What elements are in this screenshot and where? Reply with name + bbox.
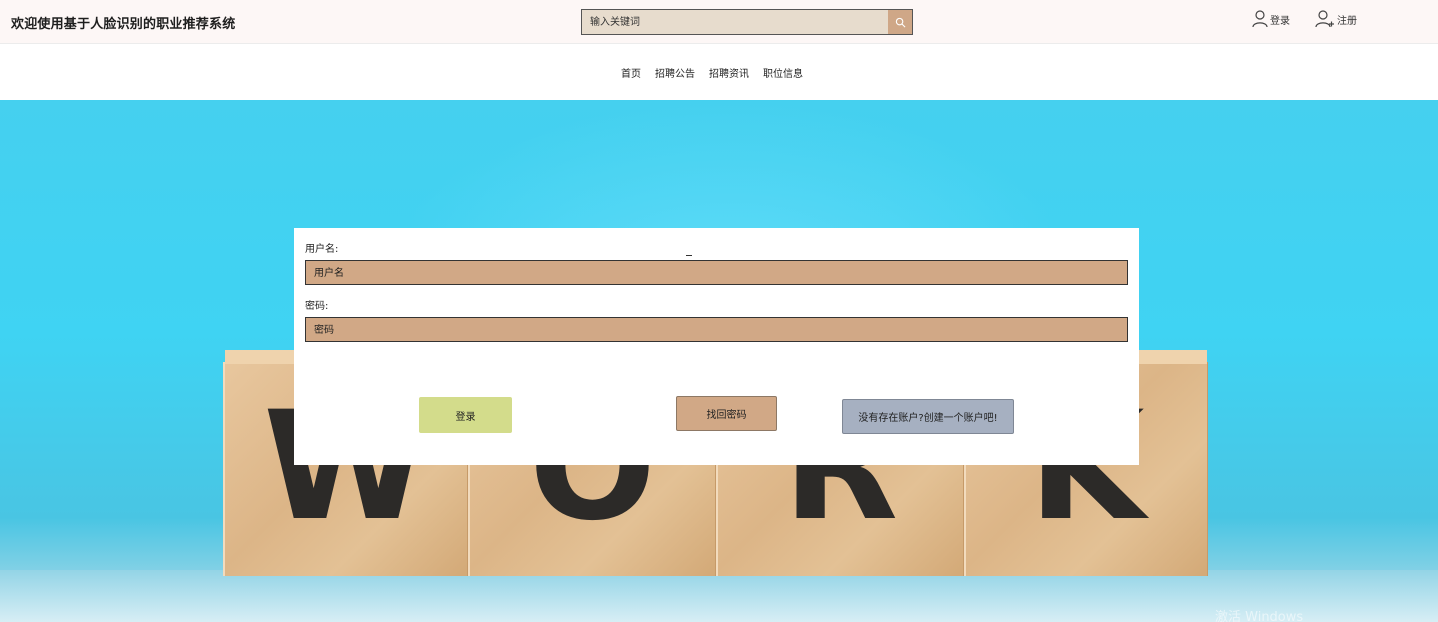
header-register-link[interactable]: 注册	[1315, 10, 1357, 28]
password-field[interactable]	[306, 319, 1127, 342]
password-field-wrap	[305, 317, 1128, 342]
username-label: 用户名:	[305, 244, 339, 255]
nav-item-home[interactable]: 首页	[621, 65, 641, 80]
forgot-password-button[interactable]: 找回密码	[676, 396, 777, 431]
login-card: 用户名: 密码: 登录 找回密码 没有存在账户?创建一个账户吧!	[294, 228, 1139, 465]
top-header: 欢迎使用基于人脸识别的职业推荐系统 登录 注册	[0, 0, 1438, 44]
user-icon	[1252, 10, 1268, 28]
password-label: 密码:	[305, 301, 329, 312]
header-login-link[interactable]: 登录	[1252, 10, 1290, 28]
header-login-label: 登录	[1270, 15, 1290, 27]
nav-item-news[interactable]: 招聘资讯	[709, 65, 749, 80]
nav-item-announcements[interactable]: 招聘公告	[655, 65, 695, 80]
add-user-icon	[1315, 10, 1334, 28]
search-input[interactable]	[582, 10, 888, 34]
search-box	[581, 9, 913, 35]
nav-item-positions[interactable]: 职位信息	[763, 65, 803, 80]
search-button[interactable]	[888, 10, 912, 34]
header-register-label: 注册	[1337, 15, 1357, 27]
username-field[interactable]	[306, 262, 1127, 285]
search-icon	[895, 17, 905, 27]
create-account-button[interactable]: 没有存在账户?创建一个账户吧!	[842, 399, 1014, 434]
main-nav: 首页 招聘公告 招聘资讯 职位信息	[0, 45, 1438, 100]
username-field-wrap	[305, 260, 1128, 285]
login-button[interactable]: 登录	[419, 397, 512, 433]
site-title: 欢迎使用基于人脸识别的职业推荐系统	[11, 17, 236, 32]
activation-watermark: 激活 Windows	[1215, 610, 1304, 622]
